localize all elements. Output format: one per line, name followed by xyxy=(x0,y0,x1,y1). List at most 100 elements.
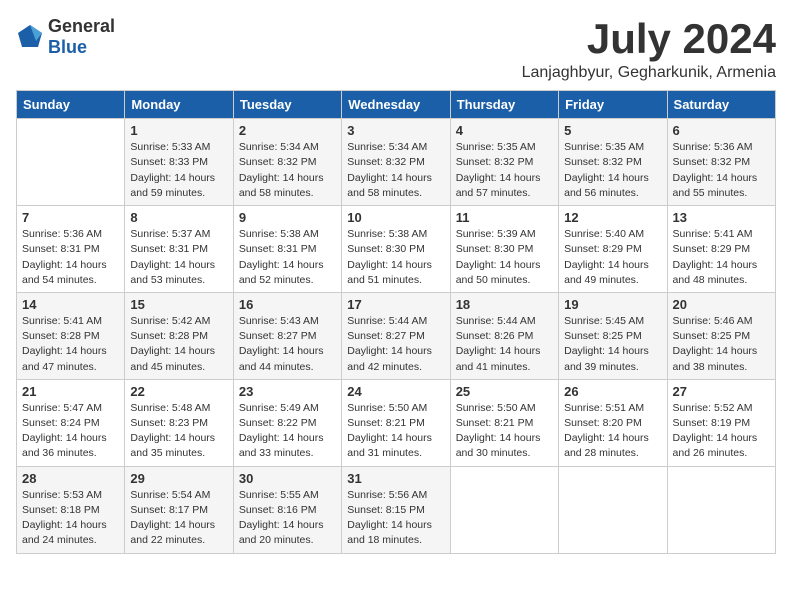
calendar-cell: 22 Sunrise: 5:48 AMSunset: 8:23 PMDayligh… xyxy=(125,379,233,466)
day-info: Sunrise: 5:47 AMSunset: 8:24 PMDaylight:… xyxy=(22,401,119,462)
day-number: 11 xyxy=(456,210,553,225)
calendar-cell: 11 Sunrise: 5:39 AMSunset: 8:30 PMDayligh… xyxy=(450,206,558,293)
day-number: 8 xyxy=(130,210,227,225)
day-number: 25 xyxy=(456,384,553,399)
day-number: 7 xyxy=(22,210,119,225)
day-number: 2 xyxy=(239,123,336,138)
calendar-cell xyxy=(559,466,667,553)
weekday-header-cell: Friday xyxy=(559,91,667,119)
day-number: 24 xyxy=(347,384,444,399)
day-number: 22 xyxy=(130,384,227,399)
day-number: 15 xyxy=(130,297,227,312)
day-info: Sunrise: 5:53 AMSunset: 8:18 PMDaylight:… xyxy=(22,488,119,549)
day-info: Sunrise: 5:38 AMSunset: 8:31 PMDaylight:… xyxy=(239,227,336,288)
logo-general: General xyxy=(48,16,115,36)
calendar-cell xyxy=(17,119,125,206)
calendar-cell: 6 Sunrise: 5:36 AMSunset: 8:32 PMDaylight… xyxy=(667,119,775,206)
day-info: Sunrise: 5:52 AMSunset: 8:19 PMDaylight:… xyxy=(673,401,770,462)
day-info: Sunrise: 5:36 AMSunset: 8:32 PMDaylight:… xyxy=(673,140,770,201)
calendar-cell: 24 Sunrise: 5:50 AMSunset: 8:21 PMDayligh… xyxy=(342,379,450,466)
calendar-cell: 31 Sunrise: 5:56 AMSunset: 8:15 PMDayligh… xyxy=(342,466,450,553)
day-info: Sunrise: 5:36 AMSunset: 8:31 PMDaylight:… xyxy=(22,227,119,288)
day-info: Sunrise: 5:33 AMSunset: 8:33 PMDaylight:… xyxy=(130,140,227,201)
calendar-cell: 8 Sunrise: 5:37 AMSunset: 8:31 PMDaylight… xyxy=(125,206,233,293)
calendar-cell: 4Sunrise: 5:35 AMSunset: 8:32 PMDaylight… xyxy=(450,119,558,206)
title-block: July 2024 Lanjaghbyur, Gegharkunik, Arme… xyxy=(522,16,776,82)
weekday-header-cell: Wednesday xyxy=(342,91,450,119)
day-number: 16 xyxy=(239,297,336,312)
calendar-cell: 20Sunrise: 5:46 AMSunset: 8:25 PMDayligh… xyxy=(667,292,775,379)
calendar-cell: 7 Sunrise: 5:36 AMSunset: 8:31 PMDaylight… xyxy=(17,206,125,293)
day-info: Sunrise: 5:49 AMSunset: 8:22 PMDaylight:… xyxy=(239,401,336,462)
calendar-cell: 12 Sunrise: 5:40 AMSunset: 8:29 PMDayligh… xyxy=(559,206,667,293)
calendar-cell: 1 Sunrise: 5:33 AMSunset: 8:33 PMDaylight… xyxy=(125,119,233,206)
calendar-week-row: 1 Sunrise: 5:33 AMSunset: 8:33 PMDaylight… xyxy=(17,119,776,206)
day-info: Sunrise: 5:39 AMSunset: 8:30 PMDaylight:… xyxy=(456,227,553,288)
day-info: Sunrise: 5:54 AMSunset: 8:17 PMDaylight:… xyxy=(130,488,227,549)
location-title: Lanjaghbyur, Gegharkunik, Armenia xyxy=(522,64,776,82)
day-info: Sunrise: 5:51 AMSunset: 8:20 PMDaylight:… xyxy=(564,401,661,462)
day-number: 23 xyxy=(239,384,336,399)
calendar-cell xyxy=(667,466,775,553)
weekday-header-cell: Monday xyxy=(125,91,233,119)
calendar-cell: 3 Sunrise: 5:34 AMSunset: 8:32 PMDaylight… xyxy=(342,119,450,206)
calendar-cell: 26 Sunrise: 5:51 AMSunset: 8:20 PMDayligh… xyxy=(559,379,667,466)
calendar-cell: 9 Sunrise: 5:38 AMSunset: 8:31 PMDaylight… xyxy=(233,206,341,293)
calendar-cell: 23 Sunrise: 5:49 AMSunset: 8:22 PMDayligh… xyxy=(233,379,341,466)
day-number: 30 xyxy=(239,471,336,486)
day-number: 17 xyxy=(347,297,444,312)
calendar-cell: 25Sunrise: 5:50 AMSunset: 8:21 PMDayligh… xyxy=(450,379,558,466)
day-number: 19 xyxy=(564,297,661,312)
day-number: 28 xyxy=(22,471,119,486)
day-info: Sunrise: 5:48 AMSunset: 8:23 PMDaylight:… xyxy=(130,401,227,462)
weekday-header-cell: Thursday xyxy=(450,91,558,119)
logo-icon xyxy=(16,23,44,51)
day-number: 18 xyxy=(456,297,553,312)
day-info: Sunrise: 5:35 AMSunset: 8:32 PMDaylight:… xyxy=(564,140,661,201)
calendar-cell: 15 Sunrise: 5:42 AMSunset: 8:28 PMDayligh… xyxy=(125,292,233,379)
day-number: 26 xyxy=(564,384,661,399)
day-info: Sunrise: 5:40 AMSunset: 8:29 PMDaylight:… xyxy=(564,227,661,288)
day-number: 27 xyxy=(673,384,770,399)
day-number: 29 xyxy=(130,471,227,486)
day-number: 3 xyxy=(347,123,444,138)
day-info: Sunrise: 5:43 AMSunset: 8:27 PMDaylight:… xyxy=(239,314,336,375)
calendar-cell: 2Sunrise: 5:34 AMSunset: 8:32 PMDaylight… xyxy=(233,119,341,206)
calendar-table: SundayMondayTuesdayWednesdayThursdayFrid… xyxy=(16,90,776,553)
day-info: Sunrise: 5:44 AMSunset: 8:26 PMDaylight:… xyxy=(456,314,553,375)
day-info: Sunrise: 5:50 AMSunset: 8:21 PMDaylight:… xyxy=(347,401,444,462)
weekday-header-cell: Saturday xyxy=(667,91,775,119)
calendar-cell: 29 Sunrise: 5:54 AMSunset: 8:17 PMDayligh… xyxy=(125,466,233,553)
calendar-cell: 14Sunrise: 5:41 AMSunset: 8:28 PMDayligh… xyxy=(17,292,125,379)
calendar-cell: 30 Sunrise: 5:55 AMSunset: 8:16 PMDayligh… xyxy=(233,466,341,553)
calendar-cell: 19 Sunrise: 5:45 AMSunset: 8:25 PMDayligh… xyxy=(559,292,667,379)
day-info: Sunrise: 5:55 AMSunset: 8:16 PMDaylight:… xyxy=(239,488,336,549)
calendar-cell: 28 Sunrise: 5:53 AMSunset: 8:18 PMDayligh… xyxy=(17,466,125,553)
calendar-cell xyxy=(450,466,558,553)
day-number: 6 xyxy=(673,123,770,138)
calendar-cell: 13Sunrise: 5:41 AMSunset: 8:29 PMDayligh… xyxy=(667,206,775,293)
day-number: 9 xyxy=(239,210,336,225)
weekday-header-cell: Tuesday xyxy=(233,91,341,119)
calendar-week-row: 7 Sunrise: 5:36 AMSunset: 8:31 PMDaylight… xyxy=(17,206,776,293)
logo: General Blue xyxy=(16,16,115,58)
day-info: Sunrise: 5:46 AMSunset: 8:25 PMDaylight:… xyxy=(673,314,770,375)
day-info: Sunrise: 5:42 AMSunset: 8:28 PMDaylight:… xyxy=(130,314,227,375)
day-info: Sunrise: 5:44 AMSunset: 8:27 PMDaylight:… xyxy=(347,314,444,375)
day-info: Sunrise: 5:37 AMSunset: 8:31 PMDaylight:… xyxy=(130,227,227,288)
day-number: 5 xyxy=(564,123,661,138)
calendar-week-row: 28 Sunrise: 5:53 AMSunset: 8:18 PMDayligh… xyxy=(17,466,776,553)
weekday-header-cell: Sunday xyxy=(17,91,125,119)
calendar-cell: 17 Sunrise: 5:44 AMSunset: 8:27 PMDayligh… xyxy=(342,292,450,379)
calendar-week-row: 14Sunrise: 5:41 AMSunset: 8:28 PMDayligh… xyxy=(17,292,776,379)
weekday-header-row: SundayMondayTuesdayWednesdayThursdayFrid… xyxy=(17,91,776,119)
day-number: 13 xyxy=(673,210,770,225)
day-number: 31 xyxy=(347,471,444,486)
day-number: 1 xyxy=(130,123,227,138)
logo-blue: Blue xyxy=(48,37,87,57)
calendar-cell: 21Sunrise: 5:47 AMSunset: 8:24 PMDayligh… xyxy=(17,379,125,466)
day-info: Sunrise: 5:34 AMSunset: 8:32 PMDaylight:… xyxy=(347,140,444,201)
day-info: Sunrise: 5:45 AMSunset: 8:25 PMDaylight:… xyxy=(564,314,661,375)
day-number: 12 xyxy=(564,210,661,225)
day-info: Sunrise: 5:56 AMSunset: 8:15 PMDaylight:… xyxy=(347,488,444,549)
